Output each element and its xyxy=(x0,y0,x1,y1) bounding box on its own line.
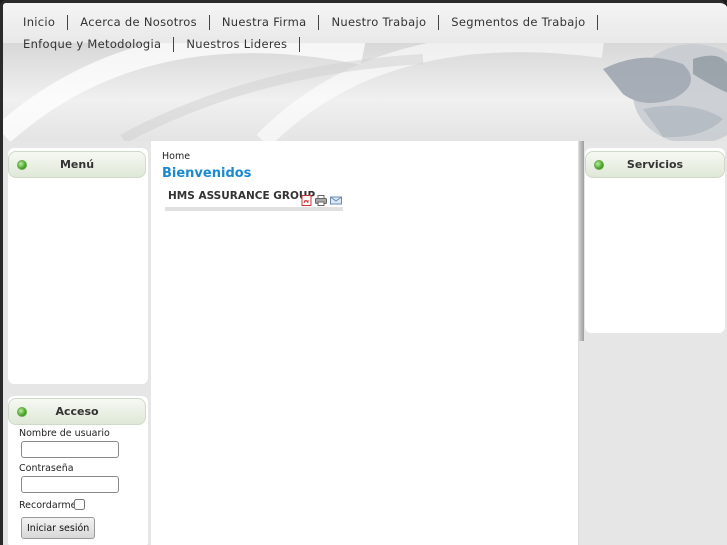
nav-item-nuestro-trabajo[interactable]: Nuestro Trabajo xyxy=(319,15,440,30)
menu-title: Menú xyxy=(59,158,95,171)
login-box: Acceso Nombre de usuario Contraseña Reco… xyxy=(8,396,148,545)
nav-item-enfoque[interactable]: Enfoque y Metodologia xyxy=(11,37,175,52)
remember-checkbox[interactable] xyxy=(74,499,85,510)
content-divider xyxy=(579,141,584,341)
remember-label: Recordarme xyxy=(19,500,77,511)
username-input[interactable] xyxy=(21,441,119,458)
top-navigation: Inicio Acerca de Nosotros Nuestra Firma … xyxy=(3,3,727,52)
login-box-header: Acceso xyxy=(8,398,146,425)
nav-item-nuestra-firma[interactable]: Nuestra Firma xyxy=(210,15,320,30)
page-title: Bienvenidos xyxy=(162,166,252,181)
article-title: HMS ASSURANCE GROUP xyxy=(168,190,316,202)
nav-item-segmentos[interactable]: Segmentos de Trabajo xyxy=(439,15,599,30)
menu-box: Menú xyxy=(8,148,148,384)
nav-item-lideres[interactable]: Nuestros Lideres xyxy=(174,37,301,52)
login-button[interactable]: Iniciar sesión xyxy=(21,517,96,539)
pdf-icon[interactable] xyxy=(301,191,312,206)
password-input[interactable] xyxy=(21,476,119,493)
breadcrumb[interactable]: Home xyxy=(162,151,190,162)
main-content: Home Bienvenidos HMS ASSURANCE GROUP xyxy=(151,141,579,545)
services-title: Servicios xyxy=(626,158,684,171)
menu-box-header: Menú xyxy=(8,151,146,178)
password-label: Contraseña xyxy=(19,463,74,474)
article-header: HMS ASSURANCE GROUP xyxy=(165,187,343,211)
username-label: Nombre de usuario xyxy=(19,428,110,439)
page: Inicio Acerca de Nosotros Nuestra Firma … xyxy=(0,0,727,545)
login-title: Acceso xyxy=(55,405,99,418)
nav-item-acerca[interactable]: Acerca de Nosotros xyxy=(68,15,210,30)
services-box-header: Servicios xyxy=(585,151,725,178)
email-icon[interactable] xyxy=(330,191,342,205)
services-box: Servicios xyxy=(585,148,725,333)
nav-item-inicio[interactable]: Inicio xyxy=(11,15,69,30)
print-icon[interactable] xyxy=(315,191,327,206)
